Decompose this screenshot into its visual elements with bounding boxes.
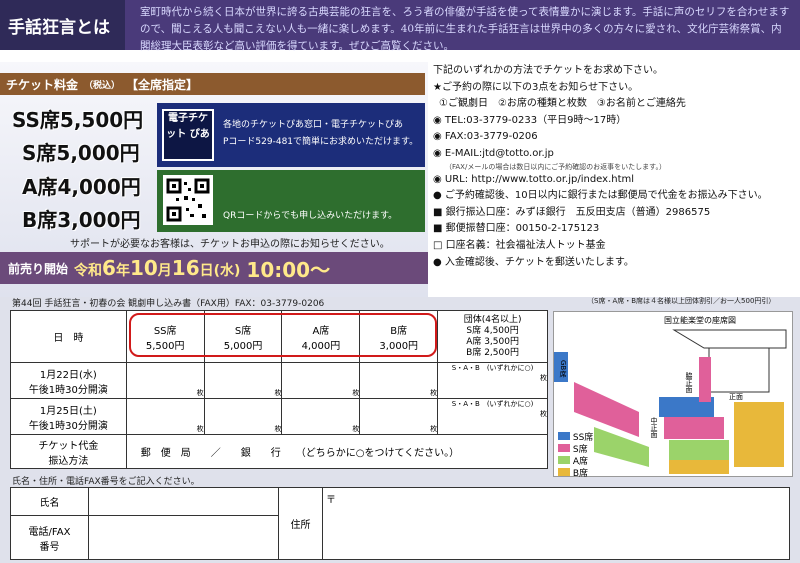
payment-options[interactable]: 郵 便 局 ／ 銀 行 （どちらかに○をつけてください。）	[125, 434, 549, 469]
count-cell[interactable]: 枚	[359, 362, 439, 399]
order-info: 下記のいずれかの方法でチケットをお求め下さい。 ★ご予約の際に以下の3点をお知ら…	[433, 63, 798, 271]
performance-date: 1月25日(土) 午後1時30分開演	[10, 398, 127, 435]
legend-ss: SS席	[558, 432, 593, 444]
support-note: サポートが必要なお客様は、チケットお申込の際にお知らせください。	[70, 239, 390, 250]
qr-description: QRコードからでも申し込みいただけます。	[223, 211, 398, 221]
pia-logo: 電子チケット ぴあ	[162, 109, 214, 161]
price-b: B席3,000円	[22, 208, 141, 232]
price-ss: SS席5,500円	[12, 108, 144, 132]
side-label-gb: GB席	[559, 360, 567, 378]
performance-row: 1月25日(土) 午後1時30分開演 枚 枚 枚 枚 S・A・B (いずれかに○)…	[10, 398, 548, 435]
address-label: 住所	[278, 487, 323, 560]
legend-b: B席	[558, 468, 593, 480]
phone-label: 電話/FAX 番号	[10, 515, 89, 560]
count-cell[interactable]: 枚	[125, 398, 205, 435]
date-header: 日 時	[10, 310, 127, 363]
seat-note: 【全席指定】	[126, 77, 199, 92]
side-label-front: 正面	[729, 393, 743, 401]
header-title: 手話狂言とは	[0, 0, 125, 50]
side-label-waki: 脇正面	[685, 372, 693, 393]
account-name-line: □ 口座名義：社会福祉法人トット基金	[433, 239, 606, 251]
order-points: ①ご観劇日 ②お席の種類と枚数 ③お名前とご連絡先	[439, 98, 686, 110]
count-cell[interactable]: 枚	[203, 362, 283, 399]
performance-date: 1月22日(水) 午後1時30分開演	[10, 362, 127, 399]
address-input[interactable]: 〒	[322, 487, 790, 560]
count-cell[interactable]: 枚	[203, 398, 283, 435]
performance-row: 1月22日(水) 午後1時30分開演 枚 枚 枚 枚 S・A・B (いずれかに○)…	[10, 362, 548, 399]
ticket-price-label: チケット料金	[6, 77, 79, 92]
presale-label: 前売り開始	[8, 261, 69, 276]
personal-info-table: 氏名 住所 〒 電話/FAX 番号	[10, 487, 790, 560]
order-intro: 下記のいずれかの方法でチケットをお求め下さい。	[433, 65, 663, 76]
count-cell[interactable]: 枚	[359, 398, 439, 435]
price-a: A席4,000円	[22, 175, 141, 199]
phone-input[interactable]	[88, 515, 279, 560]
fax-line: ◉ FAX:03-3779-0206	[433, 131, 538, 143]
name-input[interactable]	[88, 487, 279, 516]
presale-time: 10:00〜	[246, 257, 331, 282]
header-description: 室町時代から続く日本が世界に誇る古典芸能の狂言を、ろう者の俳優が手話を使って表情…	[140, 6, 790, 52]
postal-line: ■ 郵便振替口座：00150-2-175123	[433, 223, 600, 235]
payment-line: ● ご予約確認後、10日以内に銀行または郵便局で代金をお振込み下さい。	[433, 190, 768, 202]
name-label: 氏名	[10, 487, 89, 516]
group-discount-note: （S席・A席・B席は４名様以上団体割引／お一人500円引）	[587, 297, 776, 305]
email-note: （FAX/メールの場合は数日以内にご予約確認のお返事をいたします。）	[445, 162, 666, 171]
count-cell[interactable]: 枚	[281, 362, 361, 399]
confirm-line: ● 入金確認後、チケットを郵送いたします。	[433, 256, 634, 268]
group-choice-cell[interactable]: S・A・B (いずれかに○) 枚	[437, 398, 548, 435]
seat-map: 国立能楽堂の座席図 GB席 脇正面 正面 中正面 SS席 S席 A席 B席	[553, 311, 793, 480]
payment-label: チケット代金 振込方法	[10, 434, 127, 469]
ticket-price-bar: チケット料金 （税込） 【全席指定】	[0, 73, 425, 95]
count-cell[interactable]: 枚	[281, 398, 361, 435]
group-column: 団体(4名以上) S席 4,500円 A席 3,500円 B席 2,500円	[437, 310, 548, 363]
bank-line: ■ 銀行振込口座：みずほ銀行 五反田支店（普通）2986575	[433, 206, 711, 218]
order-reservation-note: ★ご予約の際に以下の3点をお知らせ下さい。	[433, 81, 639, 93]
qr-box: QRコードからでも申し込みいただけます。	[157, 170, 425, 232]
presale-bar: 前売り開始 令和6年10月16日(水) 10:00〜	[0, 252, 428, 284]
url-line[interactable]: ◉ URL: http://www.totto.or.jp/index.html	[433, 172, 798, 189]
payment-row: チケット代金 振込方法 郵 便 局 ／ 銀 行 （どちらかに○をつけてください。）	[10, 434, 549, 469]
form-title: 第44回 手話狂言・初春の会 観劇申し込み書（FAX用）FAX：03-3779-…	[12, 299, 325, 309]
qr-code-icon[interactable]	[163, 175, 213, 225]
email-line[interactable]: ◉ E-MAIL:jtd@totto.or.jp	[433, 146, 798, 163]
group-choice-cell[interactable]: S・A・B (いずれかに○) 枚	[437, 362, 548, 399]
personal-caption: 氏名・住所・電話FAX番号をご記入ください。	[12, 477, 200, 487]
legend-s: S席	[558, 444, 593, 456]
count-cell[interactable]: 枚	[125, 362, 205, 399]
legend-a: A席	[558, 456, 593, 468]
seat-legend: SS席 S席 A席 B席	[558, 432, 593, 480]
tel-line: ◉ TEL:03-3779-0233（平日9時〜17時）	[433, 114, 627, 126]
tax-note: （税込）	[84, 80, 121, 91]
seat-price-highlight	[129, 313, 437, 357]
presale-date: 令和6年10月16日(水)	[74, 256, 241, 280]
pia-description: 各地のチケットぴあ窓口・電子チケットぴあ Pコード529-481で簡単にお求めい…	[223, 120, 419, 147]
side-label-center: 中正面	[650, 417, 658, 438]
price-s: S席5,000円	[22, 141, 140, 165]
ticket-pia-box: 電子チケット ぴあ 各地のチケットぴあ窓口・電子チケットぴあ Pコード529-4…	[157, 103, 425, 167]
